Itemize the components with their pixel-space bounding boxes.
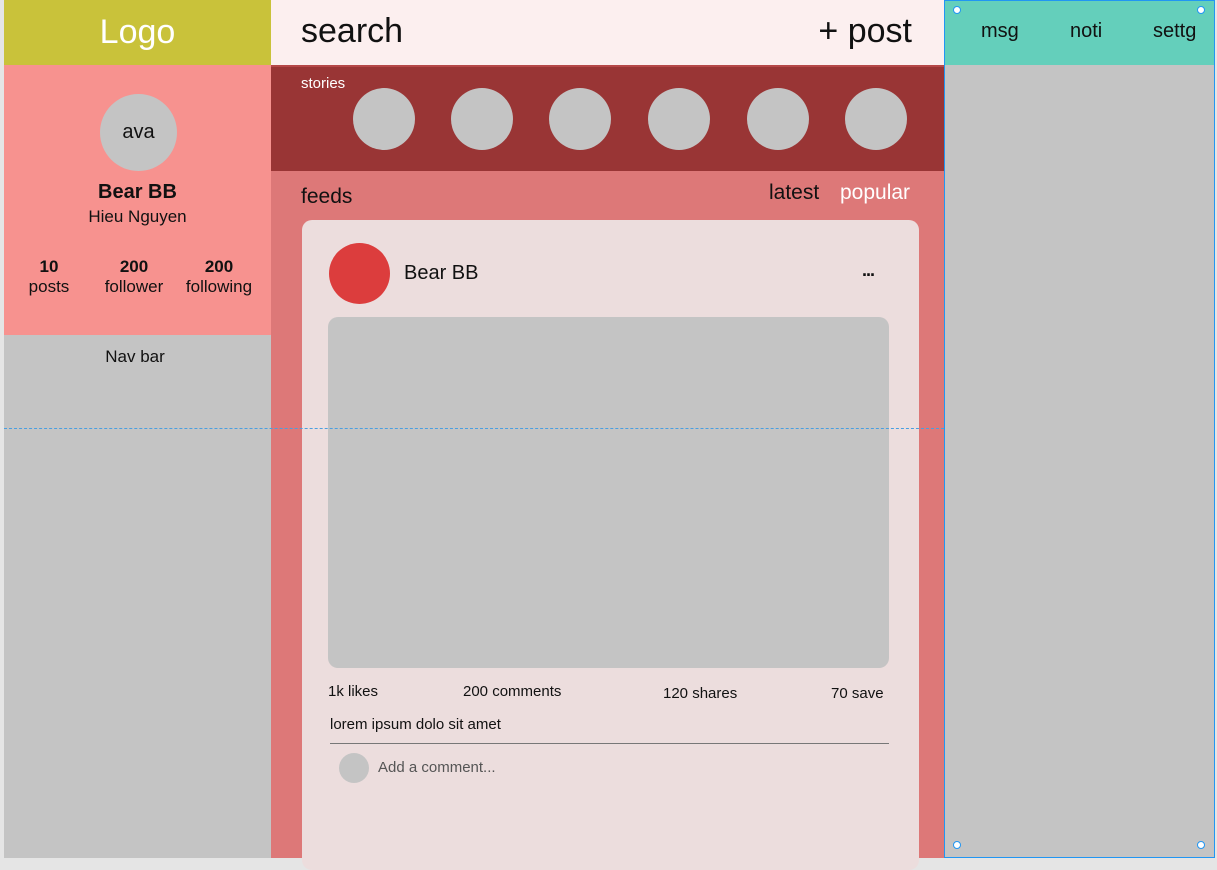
resize-handle[interactable] (953, 6, 961, 14)
stat-number: 200 (204, 257, 234, 276)
story-bubble[interactable] (648, 88, 710, 150)
post-author-name[interactable]: Bear BB (404, 262, 478, 285)
saves-count[interactable]: 70 save (831, 685, 884, 702)
resize-handle[interactable] (1197, 6, 1205, 14)
likes-count[interactable]: 1k likes (328, 683, 378, 700)
feed-area: feeds latest popular Bear BB ... 1k like… (271, 171, 944, 870)
guide-line (4, 428, 944, 429)
commenter-avatar (339, 753, 369, 783)
resize-handle[interactable] (1197, 841, 1205, 849)
search-input[interactable]: search (301, 12, 403, 51)
stat-label: following (185, 277, 253, 296)
post-caption: lorem ipsum dolo sit amet (330, 716, 501, 733)
stat-label: follower (104, 277, 164, 296)
profile-subname: Hieu Nguyen (88, 207, 187, 226)
story-bubble[interactable] (845, 88, 907, 150)
stat-followers[interactable]: 200 follower (89, 257, 179, 297)
stories-label: stories (301, 75, 346, 92)
tab-latest[interactable]: latest (769, 181, 819, 205)
resize-handle[interactable] (953, 841, 961, 849)
story-bubble[interactable] (451, 88, 513, 150)
story-bubble[interactable] (549, 88, 611, 150)
top-bar: search + post (271, 0, 944, 65)
avatar[interactable]: ava (100, 94, 177, 171)
profile-card: ava Bear BB Hieu Nguyen 10 posts 200 fol… (4, 65, 271, 335)
nav-bar-label: Nav bar (105, 347, 165, 366)
stat-number: 200 (119, 257, 149, 276)
more-options-icon[interactable]: ... (862, 260, 875, 281)
feeds-label: feeds (301, 185, 353, 208)
post-author-avatar[interactable] (329, 243, 390, 304)
story-bubble[interactable] (353, 88, 415, 150)
logo[interactable]: Logo (100, 13, 176, 52)
comment-input[interactable] (372, 757, 772, 778)
selection-frame (944, 0, 1215, 858)
add-post-button[interactable]: + post (818, 12, 912, 51)
stories-bar: stories (271, 65, 944, 171)
post-image[interactable] (328, 317, 889, 668)
stat-following[interactable]: 200 following (174, 257, 264, 297)
nav-bar: Nav bar (4, 335, 271, 858)
stat-posts[interactable]: 10 posts (4, 257, 94, 297)
stat-number: 10 (39, 257, 59, 276)
post-card: Bear BB ... 1k likes 200 comments 120 sh… (302, 220, 919, 870)
story-bubble[interactable] (747, 88, 809, 150)
profile-name: Bear BB (98, 181, 177, 203)
shares-count[interactable]: 120 shares (663, 685, 737, 702)
logo-bar[interactable]: Logo (4, 0, 271, 65)
divider (330, 743, 889, 744)
comments-count[interactable]: 200 comments (463, 683, 561, 700)
avatar-label: ava (122, 121, 155, 143)
tab-popular[interactable]: popular (840, 181, 910, 205)
stat-label: posts (28, 277, 70, 296)
